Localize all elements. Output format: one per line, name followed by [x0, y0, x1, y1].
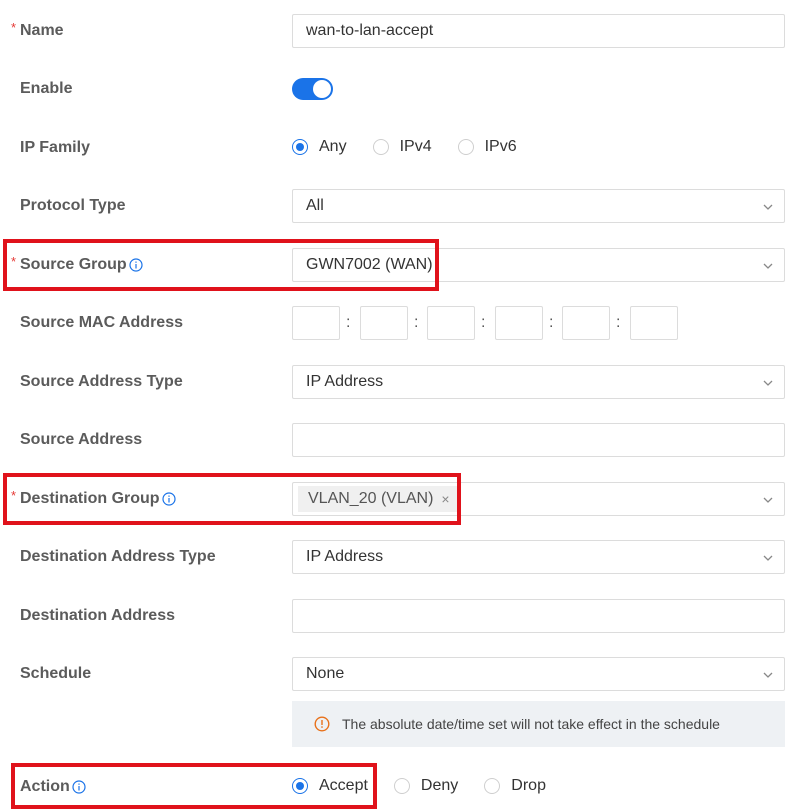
ip-family-ipv4-radio[interactable]: IPv4 — [372, 138, 432, 156]
chevron-down-icon — [763, 555, 773, 561]
mac-separator: : — [414, 314, 419, 331]
close-icon[interactable]: × — [441, 491, 449, 507]
chevron-down-icon — [763, 380, 773, 386]
ip-family-label: IP Family — [20, 139, 90, 156]
source-address-type-select[interactable]: IP Address — [292, 365, 785, 399]
radio-dot — [393, 778, 410, 794]
radio-label: Deny — [420, 777, 459, 794]
radio-label: Accept — [319, 777, 368, 794]
radio-dot — [457, 139, 474, 155]
mac-octet-1-input[interactable] — [292, 306, 340, 340]
chevron-down-icon — [763, 497, 773, 503]
enable-toggle[interactable] — [292, 78, 333, 100]
action-drop-radio[interactable]: Drop — [484, 777, 546, 795]
mac-octet-4-input[interactable] — [495, 306, 543, 340]
mac-separator: : — [481, 314, 486, 331]
source-group-label-text: Source Group — [20, 256, 127, 273]
chevron-down-icon — [763, 672, 773, 678]
radio-label: IPv4 — [399, 138, 432, 155]
destination-group-tag: VLAN_20 (VLAN) × — [298, 486, 458, 512]
radio-dot — [292, 139, 308, 155]
ip-family-ipv6-radio[interactable]: IPv6 — [457, 138, 517, 156]
toggle-knob — [313, 80, 331, 98]
info-circle-icon[interactable] — [161, 492, 176, 506]
source-address-type-value: IP Address — [306, 373, 384, 390]
protocol-type-label: Protocol Type — [20, 197, 126, 214]
info-circle-icon[interactable] — [129, 258, 143, 272]
mac-separator: : — [616, 314, 621, 331]
info-circle-icon[interactable] — [72, 780, 86, 794]
destination-group-label: * Destination Group — [11, 488, 176, 508]
action-deny-radio[interactable]: Deny — [393, 777, 459, 795]
action-accept-radio[interactable]: Accept — [292, 777, 368, 795]
mac-octet-6-input[interactable] — [630, 306, 678, 340]
radio-dot — [372, 139, 389, 155]
warning-circle-icon — [314, 716, 330, 732]
source-address-label: Source Address — [20, 431, 143, 448]
schedule-note-text: The absolute date/time set will not take… — [342, 716, 720, 732]
radio-dot — [292, 778, 308, 794]
ip-family-any-radio[interactable]: Any — [292, 138, 347, 156]
destination-address-input[interactable] — [292, 599, 785, 633]
chevron-down-icon — [763, 204, 773, 210]
protocol-type-select[interactable]: All — [292, 189, 785, 223]
enable-label: Enable — [20, 80, 73, 97]
name-label-text: Name — [20, 22, 64, 39]
action-radio-group: Accept Deny Drop — [292, 777, 572, 795]
mac-separator: : — [346, 314, 351, 331]
source-address-input[interactable] — [292, 423, 785, 457]
mac-octet-5-input[interactable] — [562, 306, 610, 340]
required-marker: * — [11, 20, 17, 35]
radio-label: IPv6 — [484, 138, 517, 155]
destination-group-label-text: Destination Group — [20, 490, 160, 507]
name-input-value: wan-to-lan-accept — [306, 22, 434, 39]
mac-separator: : — [549, 314, 554, 331]
name-label: * Name — [11, 20, 64, 40]
destination-address-type-value: IP Address — [306, 548, 384, 565]
mac-octet-3-input[interactable] — [427, 306, 475, 340]
schedule-note: The absolute date/time set will not take… — [292, 701, 785, 747]
schedule-select[interactable]: None — [292, 657, 785, 691]
tag-label: VLAN_20 (VLAN) — [308, 490, 434, 507]
source-group-select[interactable]: GWN7002 (WAN) — [292, 248, 785, 282]
action-label: Action — [20, 778, 86, 796]
schedule-label: Schedule — [20, 665, 92, 682]
source-group-label: * Source Group — [11, 254, 143, 274]
destination-group-select[interactable]: VLAN_20 (VLAN) × — [292, 482, 785, 516]
name-input[interactable]: wan-to-lan-accept — [292, 14, 785, 48]
source-group-value: GWN7002 (WAN) — [306, 256, 433, 273]
action-label-text: Action — [20, 778, 70, 795]
destination-address-type-select[interactable]: IP Address — [292, 540, 785, 574]
radio-dot — [484, 778, 501, 794]
destination-address-label: Destination Address — [20, 607, 175, 624]
required-marker: * — [11, 254, 17, 269]
chevron-down-icon — [763, 263, 773, 269]
ip-family-radio-group: Any IPv4 IPv6 — [292, 138, 543, 156]
radio-label: Drop — [511, 777, 546, 794]
radio-label: Any — [319, 138, 347, 155]
destination-address-type-label: Destination Address Type — [20, 548, 216, 565]
required-marker: * — [11, 488, 17, 503]
protocol-type-value: All — [306, 197, 324, 214]
mac-octet-2-input[interactable] — [360, 306, 408, 340]
source-address-type-label: Source Address Type — [20, 373, 183, 390]
schedule-value: None — [306, 665, 345, 682]
source-mac-label: Source MAC Address — [20, 314, 183, 331]
